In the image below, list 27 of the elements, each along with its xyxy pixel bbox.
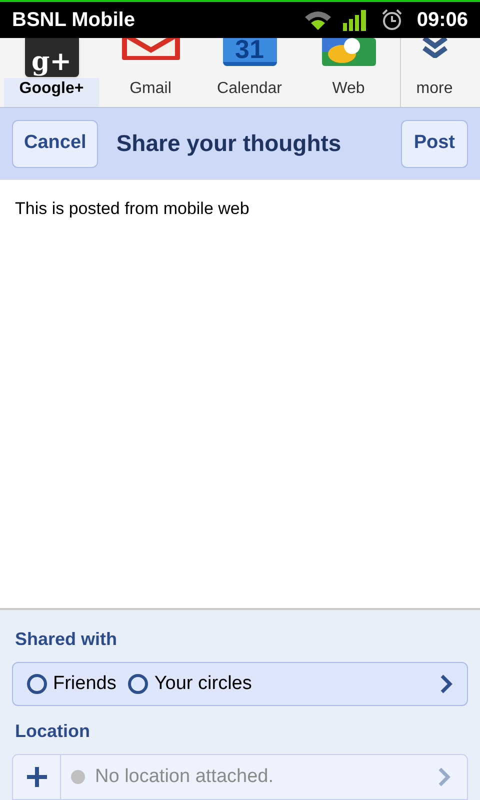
carrier-name: BSNL Mobile — [12, 8, 135, 33]
cancel-button[interactable]: Cancel — [12, 120, 98, 168]
app-tab[interactable]: g+ Google+ — [4, 38, 99, 107]
signal-icon — [342, 9, 369, 31]
page-title: Share your thoughts — [116, 129, 342, 158]
clock-time: 09:06 — [416, 8, 468, 33]
post-button[interactable]: Post — [400, 120, 468, 168]
radio-label: Your circles — [154, 672, 252, 696]
app-tab[interactable]: 31 Calendar — [202, 38, 297, 107]
location-status: No location attached. — [95, 764, 275, 789]
alarm-icon — [380, 9, 403, 31]
radio-button[interactable] — [128, 674, 148, 694]
app-tab[interactable]: Web — [301, 38, 396, 107]
calendar-icon: 31 — [222, 38, 276, 66]
app-tab[interactable]: Gmail — [103, 38, 198, 107]
section-heading: Location — [14, 720, 91, 744]
audience-selector[interactable]: Friends Your circles — [12, 662, 468, 706]
chevron-right-icon — [437, 767, 451, 788]
radio-button[interactable] — [27, 674, 47, 694]
section-heading: Shared with — [14, 628, 118, 651]
double-chevron-icon — [422, 38, 448, 58]
radio-label: Friends — [53, 672, 116, 696]
plus-icon — [26, 766, 48, 788]
app-tab[interactable]: more — [400, 38, 468, 107]
wifi-icon — [302, 9, 333, 31]
chevron-right-icon — [439, 674, 453, 694]
google-plus-icon: g+ — [24, 38, 78, 77]
